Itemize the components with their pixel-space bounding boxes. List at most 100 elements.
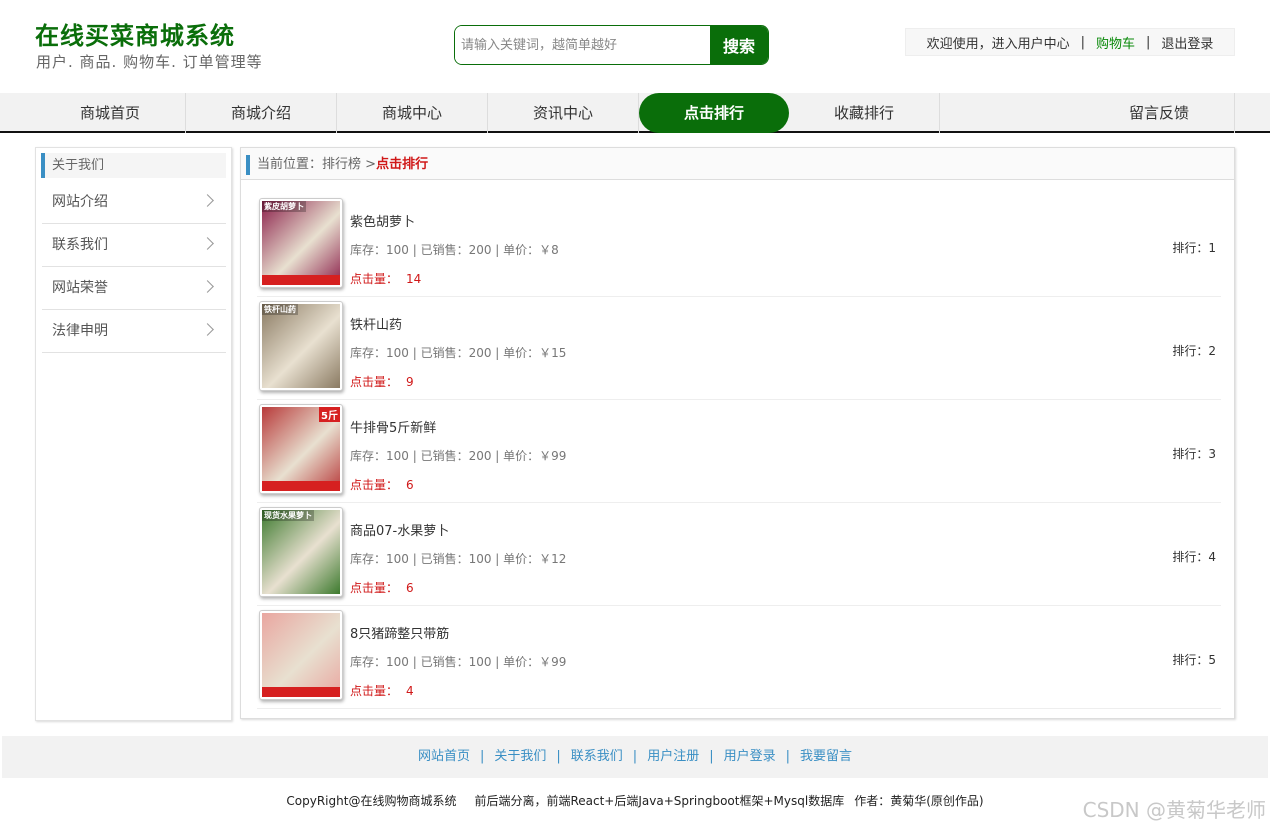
chevron-right-icon	[201, 323, 214, 336]
author-text: 作者：黄菊华(原创作品)	[854, 794, 984, 808]
sidebar-item-label: 联系我们	[52, 237, 108, 253]
footer-link-contact[interactable]: 联系我们	[571, 749, 623, 764]
clicks-label: 点击量：	[350, 684, 399, 698]
product-image-label: 5斤	[319, 407, 340, 422]
product-image[interactable]	[259, 610, 343, 700]
product-rank: 排行：5	[1172, 653, 1216, 667]
product-photo	[262, 613, 340, 697]
cart-link[interactable]: 购物车	[1096, 33, 1135, 52]
footer-link-login[interactable]: 用户登录	[724, 749, 776, 764]
tech-stack-text: 前后端分离，前端React+后端Java+Springboot框架+Mysql数…	[474, 794, 845, 808]
nav-item-feedback[interactable]: 留言反馈	[1084, 93, 1235, 133]
product-image-label: 铁杆山药	[262, 304, 298, 315]
sidebar-item-site-intro[interactable]: 网站介绍	[42, 181, 226, 224]
logout-link[interactable]: 退出登录	[1161, 33, 1213, 52]
chevron-right-icon	[201, 237, 214, 250]
product-name[interactable]: 紫色胡萝卜	[350, 211, 415, 230]
clicks-label: 点击量：	[350, 581, 399, 595]
sidebar-item-honors[interactable]: 网站荣誉	[42, 267, 226, 310]
main-nav: 商城首页 商城介绍 商城中心 资讯中心 点击排行 收藏排行 留言反馈	[0, 93, 1270, 133]
product-image-band	[262, 275, 340, 285]
separator: |	[709, 749, 714, 764]
product-image[interactable]: 铁杆山药	[259, 301, 343, 391]
nav-item-news[interactable]: 资讯中心	[488, 93, 639, 133]
search-button[interactable]: 搜索	[710, 26, 768, 64]
user-center-link[interactable]: 欢迎使用，进入用户中心	[927, 33, 1070, 52]
product-image-label: 现货水果萝卜	[262, 510, 314, 521]
separator: |	[556, 749, 561, 764]
product-clicks: 点击量： 6	[350, 476, 414, 493]
clicks-label: 点击量：	[350, 272, 399, 286]
breadcrumb-parent[interactable]: 排行榜	[322, 157, 361, 172]
product-info: 库存：100 | 已销售：100 | 单价：￥99	[350, 655, 567, 669]
product-name[interactable]: 铁杆山药	[350, 314, 402, 333]
separator: |	[632, 749, 638, 764]
breadcrumb-current: 点击排行	[376, 157, 429, 172]
sidebar-item-label: 网站荣誉	[52, 280, 108, 296]
product-name[interactable]: 8只猪蹄整只带筋	[350, 623, 449, 642]
clicks-value: 6	[406, 478, 414, 492]
product-name[interactable]: 牛排骨5斤新鲜	[350, 417, 436, 436]
clicks-value: 14	[406, 272, 422, 286]
breadcrumb: 当前位置：排行榜 >点击排行	[241, 148, 1234, 180]
nav-item-intro[interactable]: 商城介绍	[186, 93, 337, 133]
nav-item-home[interactable]: 商城首页	[35, 93, 186, 133]
sidebar-item-legal[interactable]: 法律申明	[42, 310, 226, 353]
separator: |	[1146, 34, 1151, 50]
product-info: 库存：100 | 已销售：200 | 单价：￥8	[350, 243, 559, 257]
product-info: 库存：100 | 已销售：200 | 单价：￥99	[350, 449, 567, 463]
site-title[interactable]: 在线买菜商城系统	[35, 16, 235, 51]
clicks-value: 4	[406, 684, 414, 698]
nav-item-click-rank[interactable]: 点击排行	[639, 93, 789, 133]
site-subtitle: 用户. 商品. 购物车. 订单管理等	[36, 53, 263, 71]
product-rank: 排行：2	[1172, 344, 1216, 358]
product-image[interactable]: 现货水果萝卜	[259, 507, 343, 597]
footer-link-home[interactable]: 网站首页	[418, 749, 470, 764]
product-photo	[262, 304, 340, 388]
search-input[interactable]	[455, 26, 710, 64]
product-clicks: 点击量： 14	[350, 270, 421, 287]
product-image-label: 紫皮胡萝卜	[262, 201, 306, 212]
product-image[interactable]: 5斤	[259, 404, 343, 494]
sidebar-item-label: 法律申明	[52, 323, 108, 339]
list-item[interactable]: 现货水果萝卜 商品07-水果萝卜 库存：100 | 已销售：100 | 单价：￥…	[257, 503, 1221, 606]
product-rank: 排行：4	[1172, 550, 1216, 564]
footer-link-about[interactable]: 关于我们	[494, 749, 546, 764]
product-image[interactable]: 紫皮胡萝卜	[259, 198, 343, 288]
header: 在线买菜商城系统 用户. 商品. 购物车. 订单管理等 搜索 欢迎使用，进入用户…	[0, 0, 1270, 93]
product-image-band	[262, 687, 340, 697]
copyright-text: CopyRight@在线购物商城系统	[286, 794, 457, 808]
separator: |	[479, 749, 485, 764]
sidebar: 关于我们 网站介绍 联系我们 网站荣誉 法律申明	[35, 147, 232, 721]
chevron-right-icon	[201, 194, 214, 207]
clicks-value: 9	[406, 375, 414, 389]
list-item[interactable]: 铁杆山药 铁杆山药 库存：100 | 已销售：200 | 单价：￥15 点击量：…	[257, 297, 1221, 400]
footer-links: 网站首页 | 关于我们 | 联系我们 | 用户注册 | 用户登录 | 我要留言	[2, 736, 1268, 778]
product-rank: 排行：1	[1172, 241, 1216, 255]
nav-item-fav-rank[interactable]: 收藏排行	[789, 93, 940, 133]
clicks-value: 6	[406, 581, 414, 595]
product-clicks: 点击量： 9	[350, 373, 414, 390]
product-image-band	[262, 481, 340, 491]
product-info: 库存：100 | 已销售：200 | 单价：￥15	[350, 346, 567, 360]
clicks-label: 点击量：	[350, 478, 399, 492]
product-name[interactable]: 商品07-水果萝卜	[350, 520, 449, 539]
list-item[interactable]: 5斤 牛排骨5斤新鲜 库存：100 | 已销售：200 | 单价：￥99 点击量…	[257, 400, 1221, 503]
breadcrumb-arrow: >	[365, 157, 377, 172]
breadcrumb-prefix: 当前位置：	[257, 157, 323, 172]
user-bar: 欢迎使用，进入用户中心 | 购物车 | 退出登录	[905, 28, 1235, 56]
list-item[interactable]: 紫皮胡萝卜 紫色胡萝卜 库存：100 | 已销售：200 | 单价：￥8 点击量…	[257, 194, 1221, 297]
product-photo	[262, 510, 340, 594]
footer-link-register[interactable]: 用户注册	[647, 749, 699, 764]
product-photo	[262, 201, 340, 285]
list-item[interactable]: 8只猪蹄整只带筋 库存：100 | 已销售：100 | 单价：￥99 点击量： 4…	[257, 606, 1221, 709]
clicks-label: 点击量：	[350, 375, 399, 389]
main-content: 当前位置：排行榜 >点击排行 紫皮胡萝卜 紫色胡萝卜 库存：100 | 已销售：…	[240, 147, 1235, 719]
product-clicks: 点击量： 6	[350, 579, 414, 596]
chevron-right-icon	[201, 280, 214, 293]
sidebar-item-label: 网站介绍	[52, 194, 108, 210]
nav-item-mall[interactable]: 商城中心	[337, 93, 488, 133]
footer-link-message[interactable]: 我要留言	[800, 749, 852, 764]
sidebar-item-contact[interactable]: 联系我们	[42, 224, 226, 267]
separator: |	[1080, 34, 1085, 50]
